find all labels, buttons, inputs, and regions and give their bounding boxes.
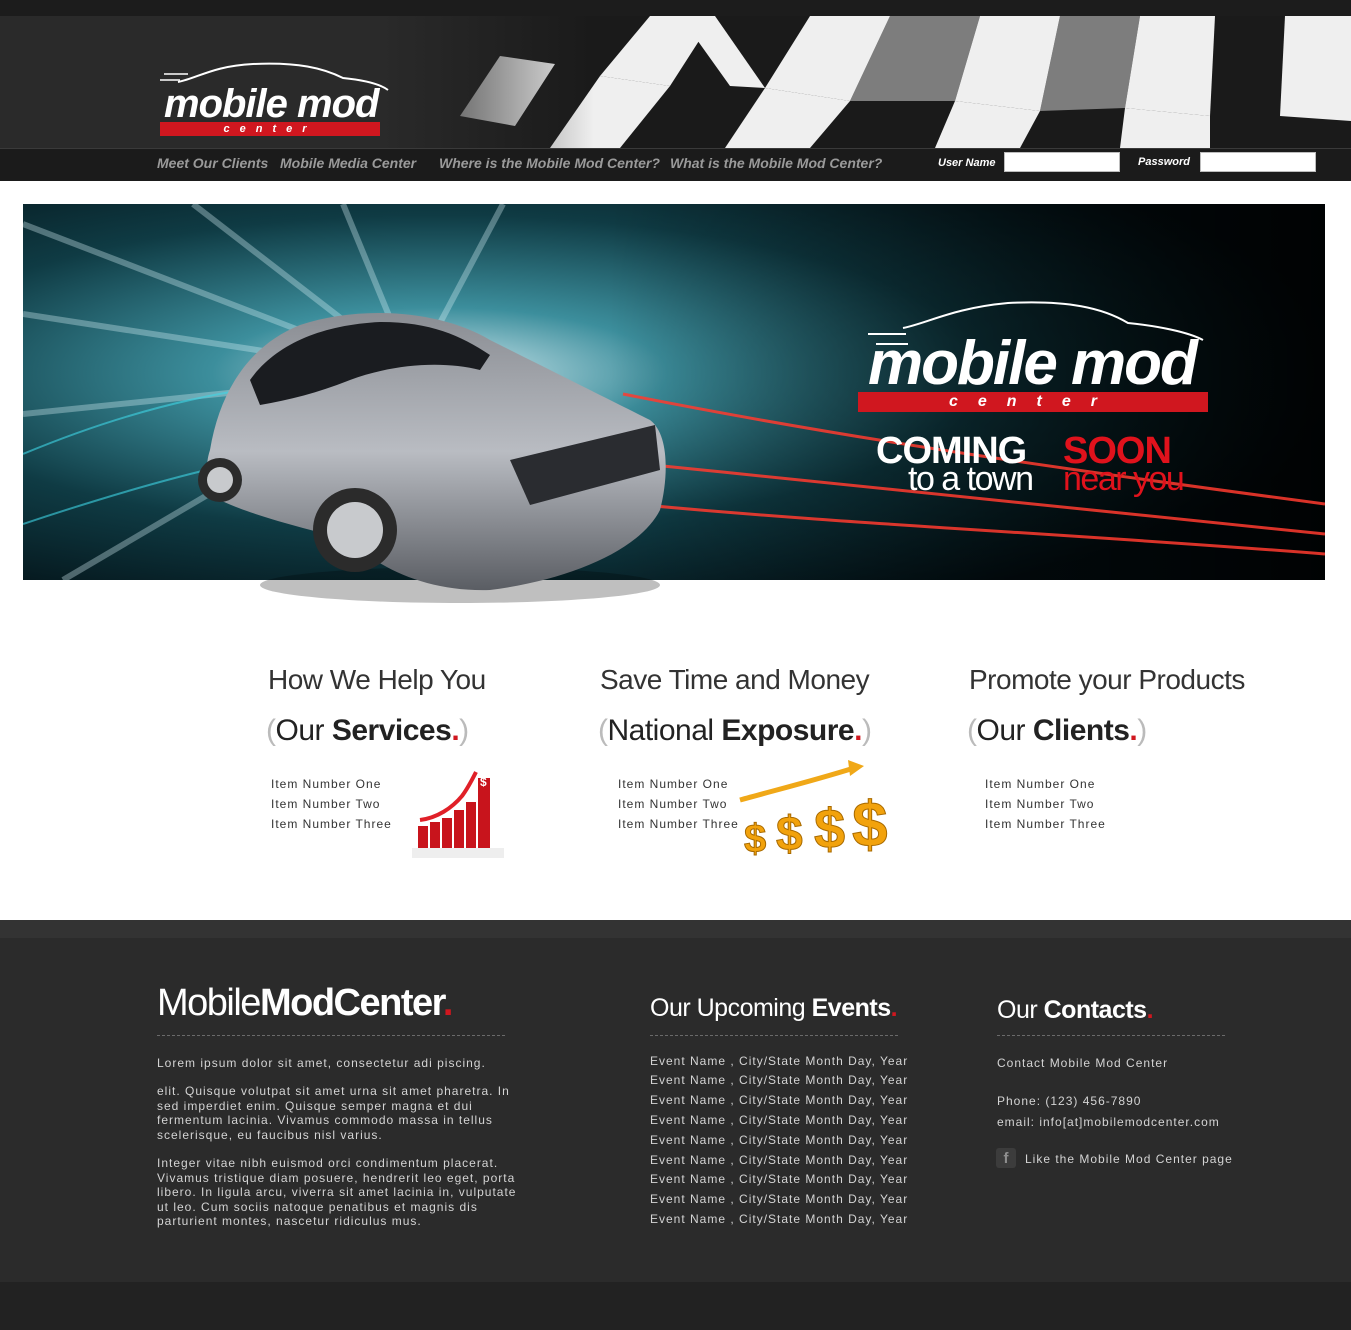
heading-plain: Our [997, 996, 1044, 1024]
event-row[interactable]: Event Name , City/State Month Day, Year [650, 1153, 908, 1167]
footer-about-paragraph: Integer vitae nibh euismod orci condimen… [157, 1156, 517, 1228]
logo-brand-text: mobile mod [164, 82, 379, 126]
paren-open: ( [266, 714, 276, 747]
site-logo[interactable]: mobile mod center [158, 60, 394, 140]
header-top-strip [0, 0, 1351, 16]
event-row[interactable]: Event Name , City/State Month Day, Year [650, 1073, 908, 1087]
feature-item: Item Number Three [271, 817, 392, 831]
checkered-flag-image [380, 16, 1351, 148]
feature-item: Item Number Two [618, 797, 728, 811]
nav-link-meet-our-clients[interactable]: Meet Our Clients [157, 155, 268, 171]
feature-subtitle-services: (Our Services.) [266, 714, 469, 748]
paren-close: ) [861, 714, 872, 747]
heading-dot: . [890, 994, 898, 1022]
subtitle-bold: Services [331, 714, 452, 747]
footer-about-paragraph: Lorem ipsum dolor sit amet, consectetur … [157, 1056, 486, 1070]
event-row[interactable]: Event Name , City/State Month Day, Year [650, 1212, 908, 1226]
svg-text:$: $ [480, 775, 487, 789]
growth-chart-icon: $ [412, 768, 504, 858]
heading-bold: ModCenter [259, 982, 444, 1024]
event-row[interactable]: Event Name , City/State Month Day, Year [650, 1192, 908, 1206]
svg-text:$: $ [814, 797, 845, 858]
footer-divider [997, 1035, 1225, 1036]
event-row[interactable]: Event Name , City/State Month Day, Year [650, 1093, 908, 1107]
event-row[interactable]: Event Name , City/State Month Day, Year [650, 1113, 908, 1127]
svg-text:$: $ [852, 788, 888, 858]
svg-text:$: $ [776, 808, 803, 858]
feature-title-exposure: Save Time and Money [600, 664, 870, 695]
event-row[interactable]: Event Name , City/State Month Day, Year [650, 1133, 908, 1147]
svg-text:$: $ [744, 817, 766, 858]
feature-item: Item Number One [271, 777, 382, 791]
username-label: User Name [938, 157, 996, 169]
heading-dot: . [1146, 996, 1154, 1024]
contact-phone: Phone: (123) 456-7890 [997, 1094, 1142, 1108]
password-label: Password [1138, 156, 1190, 168]
nav-link-mobile-media-center[interactable]: Mobile Media Center [280, 155, 416, 171]
banner-logo: mobile mod center [858, 298, 1238, 416]
feature-item: Item Number One [985, 777, 1096, 791]
nav-link-what-is[interactable]: What is the Mobile Mod Center? [670, 155, 882, 171]
footer-events-heading: Our Upcoming Events. [650, 994, 898, 1023]
contact-company: Contact Mobile Mod Center [997, 1056, 1169, 1070]
event-row[interactable]: Event Name , City/State Month Day, Year [650, 1172, 908, 1186]
nav-link-where-is[interactable]: Where is the Mobile Mod Center? [439, 155, 660, 171]
subtitle-dot: . [854, 714, 862, 747]
dollar-signs-icon: $ $ $ $ [736, 760, 906, 862]
footer-divider [650, 1035, 898, 1036]
password-input[interactable] [1200, 152, 1316, 172]
feature-subtitle-clients: (Our Clients.) [967, 714, 1147, 748]
footer-about-paragraph: elit. Quisque volutpat sit amet urna sit… [157, 1084, 510, 1142]
feature-title-clients: Promote your Products [969, 664, 1245, 695]
car-image [190, 300, 680, 605]
heading-plain: Mobile [157, 982, 261, 1024]
paren-open: ( [598, 714, 608, 747]
paren-close: ) [459, 714, 469, 747]
paren-close: ) [1137, 714, 1147, 747]
footer-top-strip [0, 920, 1351, 938]
event-row[interactable]: Event Name , City/State Month Day, Year [650, 1054, 908, 1068]
feature-item: Item Number Two [271, 797, 381, 811]
feature-item: Item Number Three [985, 817, 1106, 831]
heading-bold: Contacts [1043, 996, 1147, 1024]
feature-item: Item Number One [618, 777, 729, 791]
feature-item: Item Number Two [985, 797, 1095, 811]
paren-open: ( [967, 714, 977, 747]
subtitle-plain: Our [275, 714, 332, 747]
footer-bottom-strip [0, 1282, 1351, 1330]
footer-about-heading: MobileModCenter. [157, 982, 454, 1025]
subtitle-plain: Our [976, 714, 1033, 747]
footer-divider [157, 1035, 505, 1036]
username-input[interactable] [1004, 152, 1120, 172]
feature-item: Item Number Three [618, 817, 739, 831]
banner-headline-near-you: near you [1063, 460, 1185, 498]
footer-contacts-heading: Our Contacts. [997, 996, 1154, 1025]
heading-bold: Events [811, 994, 891, 1022]
facebook-like-link[interactable]: Like the Mobile Mod Center page [1025, 1152, 1233, 1166]
heading-dot: . [442, 982, 454, 1024]
feature-title-services: How We Help You [268, 664, 486, 695]
logo-subtitle: center [160, 122, 380, 136]
subtitle-bold: Exposure [721, 714, 855, 747]
subtitle-dot: . [451, 714, 460, 747]
banner-headline-to-a-town: to a town [908, 460, 1034, 498]
facebook-icon[interactable]: f [996, 1148, 1016, 1168]
subtitle-plain: National [607, 714, 722, 747]
heading-plain: Our Upcoming [650, 994, 812, 1022]
banner-logo-brand-text: mobile mod [868, 329, 1198, 398]
banner-logo-subtitle: center [858, 392, 1208, 412]
subtitle-bold: Clients [1032, 714, 1130, 747]
contact-email[interactable]: email: info[at]mobilemodcenter.com [997, 1115, 1220, 1129]
feature-subtitle-exposure: (National Exposure.) [598, 714, 872, 748]
